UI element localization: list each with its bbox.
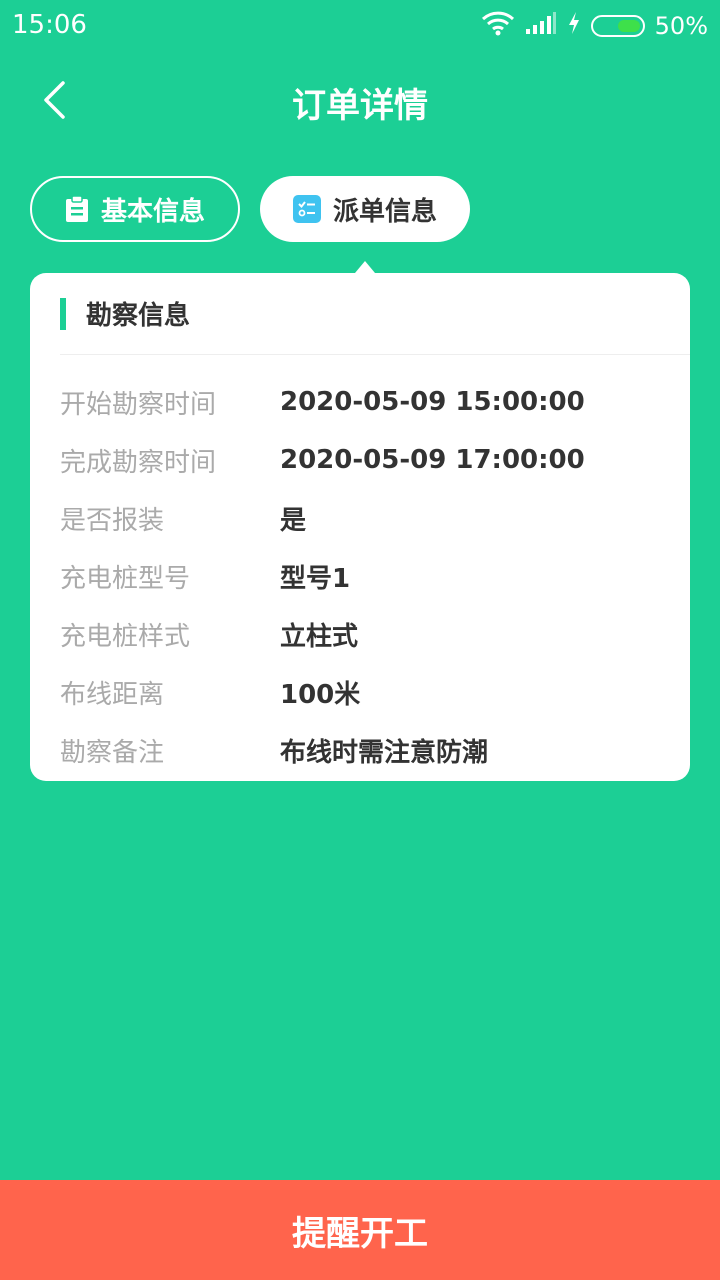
info-label: 充电桩型号	[60, 563, 191, 594]
signal-icon	[525, 11, 557, 41]
info-label: 开始勘察时间	[60, 389, 217, 420]
info-value: 2020-05-09 17:00:00	[280, 445, 585, 475]
remind-start-button[interactable]: 提醒开工	[0, 1180, 720, 1280]
status-bar: 15:06 50%	[0, 0, 720, 52]
checklist-icon	[292, 195, 321, 223]
card-accent-bar	[60, 297, 66, 330]
info-label: 布线距离	[60, 679, 165, 710]
clipboard-icon	[65, 195, 88, 222]
info-value: 100米	[280, 679, 361, 710]
info-row-wiring-distance: 布线距离 100米	[30, 663, 690, 721]
card-header: 勘察信息	[60, 273, 690, 355]
charging-icon	[567, 11, 581, 41]
info-list: 开始勘察时间 2020-05-09 15:00:00 完成勘察时间 2020-0…	[30, 355, 690, 779]
info-row-charger-model: 充电桩型号 型号1	[30, 547, 690, 605]
info-row-start-time: 开始勘察时间 2020-05-09 15:00:00	[30, 373, 690, 431]
card-title: 勘察信息	[86, 301, 191, 331]
info-label: 完成勘察时间	[60, 447, 217, 478]
tab-basic-info[interactable]: 基本信息	[30, 176, 240, 242]
info-row-installation: 是否报装 是	[30, 489, 690, 547]
status-time: 15:06	[12, 10, 87, 40]
tab-bar: 基本信息 派单信息	[30, 176, 470, 242]
tab-dispatch-info-label: 派单信息	[332, 196, 437, 227]
status-icons: 50%	[481, 10, 708, 42]
info-row-end-time: 完成勘察时间 2020-05-09 17:00:00	[30, 431, 690, 489]
info-value: 型号1	[280, 563, 351, 594]
page-title: 订单详情	[292, 86, 428, 126]
info-value: 立柱式	[280, 621, 359, 652]
battery-percent: 50%	[654, 12, 708, 40]
tab-basic-info-label: 基本信息	[100, 196, 205, 227]
survey-info-card: 勘察信息 开始勘察时间 2020-05-09 15:00:00 完成勘察时间 2…	[30, 273, 690, 781]
tab-pointer	[355, 261, 375, 273]
info-label: 是否报装	[60, 505, 165, 536]
info-value: 2020-05-09 15:00:00	[280, 387, 585, 417]
battery-icon	[590, 15, 645, 37]
info-label: 勘察备注	[60, 737, 165, 768]
wifi-icon	[481, 10, 515, 42]
tab-dispatch-info[interactable]: 派单信息	[260, 176, 470, 242]
info-value: 布线时需注意防潮	[280, 737, 489, 768]
nav-bar: 订单详情	[0, 62, 720, 138]
battery-fill	[617, 20, 640, 32]
info-row-survey-notes: 勘察备注 布线时需注意防潮	[30, 721, 690, 779]
info-label: 充电桩样式	[60, 621, 191, 652]
info-value: 是	[280, 505, 307, 536]
info-row-charger-style: 充电桩样式 立柱式	[30, 605, 690, 663]
